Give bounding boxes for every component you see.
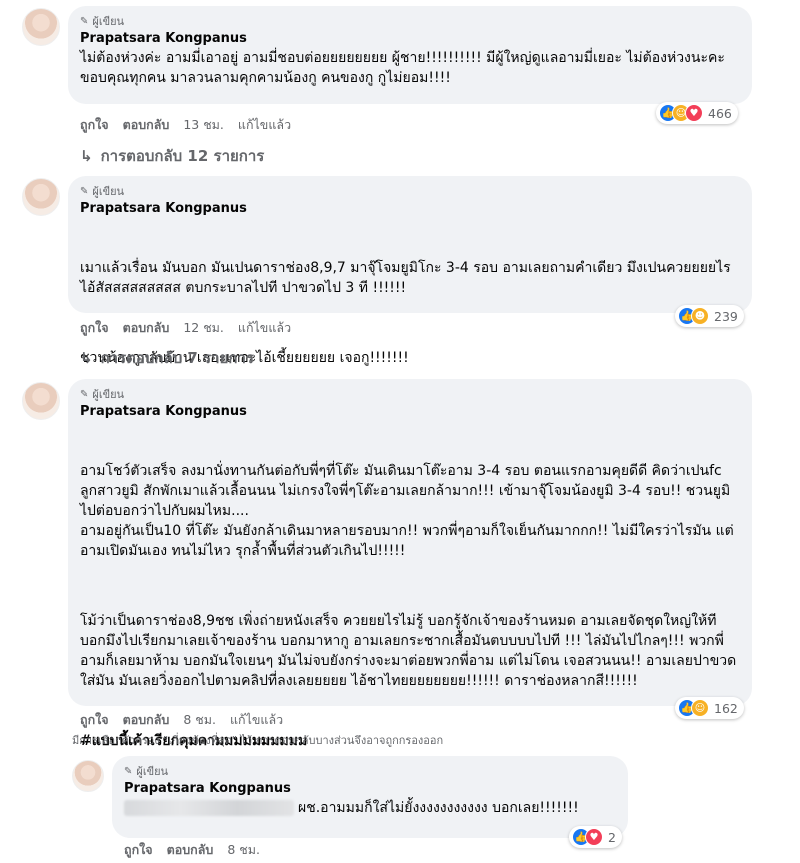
author-name[interactable]: Prapatsara Kongpanus: [124, 781, 616, 796]
view-replies-button[interactable]: ↳ การตอบกลับ 12 รายการ: [80, 144, 264, 168]
filter-note: มีการเลือกตัวกรอง "เกี่ยวข้องที่สุด" ไว้…: [72, 734, 444, 747]
comment-text: ผช.อามมมก็ใส่ไม่ยั้งงงงงงงงงงง บอกเลย!!!…: [124, 798, 616, 818]
reply-arrow-icon: ↳: [80, 349, 93, 367]
comment-actions: ถูกใจ ตอบกลับ 8 ชม.: [124, 840, 260, 860]
care-reaction-icon: ☺: [691, 699, 709, 717]
reply-button[interactable]: ตอบกลับ: [123, 710, 170, 730]
reply-arrow-icon: ↳: [80, 147, 93, 165]
like-button[interactable]: ถูกใจ: [80, 710, 109, 730]
reply-button[interactable]: ตอบกลับ: [123, 115, 170, 135]
reaction-count: 2: [608, 829, 616, 845]
timestamp[interactable]: 12 ชม.: [183, 318, 224, 338]
reply-button[interactable]: ตอบกลับ: [123, 318, 170, 338]
author-badge: ✎ ผู้เขียน: [124, 765, 169, 778]
like-button[interactable]: ถูกใจ: [124, 840, 153, 860]
timestamp[interactable]: 8 ชม.: [183, 710, 216, 730]
like-button[interactable]: ถูกใจ: [80, 115, 109, 135]
reaction-summary[interactable]: 👍 ♥ 2: [569, 826, 622, 848]
blurred-mention: [124, 800, 294, 816]
reaction-summary[interactable]: 👍 ☻ 239: [675, 305, 744, 327]
reaction-count: 466: [708, 105, 732, 121]
love-reaction-icon: ♥: [585, 828, 603, 846]
timestamp[interactable]: 13 ชม.: [183, 115, 224, 135]
comment-text: ไม่ต้องห่วงค่ะ อามมี่เอาอยู่ อามมี่ชอบต่…: [80, 50, 730, 86]
comment-bubble: ✎ ผู้เขียน Prapatsara Kongpanus ไม่ต้องห่…: [68, 6, 752, 104]
reaction-count: 162: [714, 700, 738, 716]
reaction-count: 239: [714, 308, 738, 324]
reaction-summary[interactable]: 👍 ☺ ♥ 466: [656, 102, 738, 124]
pencil-icon: ✎: [80, 15, 89, 27]
comment-actions: ถูกใจ ตอบกลับ 12 ชม. แก้ไขแล้ว: [80, 318, 291, 338]
avatar[interactable]: [22, 178, 60, 216]
pencil-icon: ✎: [80, 388, 89, 400]
author-name[interactable]: Prapatsara Kongpanus: [80, 201, 740, 216]
pencil-icon: ✎: [80, 185, 89, 197]
author-name[interactable]: Prapatsara Kongpanus: [80, 31, 740, 46]
edited-label[interactable]: แก้ไขแล้ว: [238, 318, 291, 338]
pencil-icon: ✎: [124, 765, 133, 777]
haha-reaction-icon: ☻: [691, 307, 709, 325]
view-replies-button[interactable]: ↳ การตอบกลับ 7 รายการ: [80, 346, 254, 370]
author-badge: ✎ ผู้เขียน: [80, 15, 125, 28]
author-badge: ✎ ผู้เขียน: [80, 388, 125, 401]
comment-actions: ถูกใจ ตอบกลับ 8 ชม. แก้ไขแล้ว: [80, 710, 283, 730]
comment-bubble: ✎ ผู้เขียน Prapatsara Kongpanus เมาแล้วเร…: [68, 176, 752, 366]
author-name[interactable]: Prapatsara Kongpanus: [80, 404, 740, 419]
comment-actions: ถูกใจ ตอบกลับ 13 ชม. แก้ไขแล้ว: [80, 115, 291, 135]
edited-label[interactable]: แก้ไขแล้ว: [230, 710, 283, 730]
reply-button[interactable]: ตอบกลับ: [167, 840, 214, 860]
love-reaction-icon: ♥: [685, 104, 703, 122]
like-button[interactable]: ถูกใจ: [80, 318, 109, 338]
timestamp[interactable]: 8 ชม.: [227, 840, 260, 860]
avatar[interactable]: [72, 760, 104, 792]
author-badge: ✎ ผู้เขียน: [80, 185, 125, 198]
avatar[interactable]: [22, 382, 60, 420]
edited-label[interactable]: แก้ไขแล้ว: [238, 115, 291, 135]
reaction-summary[interactable]: 👍 ☺ 162: [675, 697, 744, 719]
comment-bubble: ✎ ผู้เขียน Prapatsara Kongpanus ผช.อามมมก…: [112, 756, 628, 838]
avatar[interactable]: [22, 8, 60, 46]
comment-bubble: ✎ ผู้เขียน Prapatsara Kongpanus อามโชว์ตั…: [68, 379, 752, 749]
